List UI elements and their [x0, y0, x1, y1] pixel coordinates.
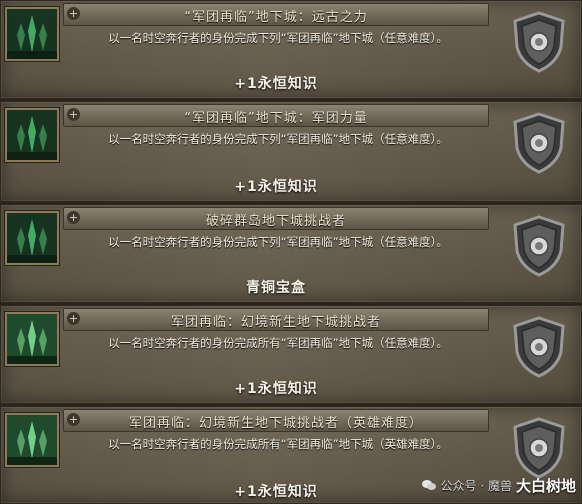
achievement-shield-icon	[511, 215, 567, 277]
achievement-description: 以一名时空奔行者的身份完成下列“军团再临”地下城（任意难度）。	[108, 132, 448, 146]
achievement-row[interactable]: + “军团再临”地下城：远古之力以一名时空奔行者的身份完成下列“军团再临”地下城（…	[0, 0, 582, 99]
achievement-description: 以一名时空奔行者的身份完成下列“军团再临”地下城（任意难度）。	[108, 235, 448, 249]
legion-remix-dungeon-icon	[5, 413, 59, 467]
achievement-title: 军团再临：幻境新生地下城挑战者（英雄难度）	[128, 416, 423, 431]
achievement-reward: +1永恒知识	[234, 76, 318, 92]
legion-dungeon-icon	[5, 211, 59, 265]
achievement-title-bar: + 破碎群岛地下城挑战者	[63, 207, 489, 230]
achievement-title-bar: + 军团再临：幻境新生地下城挑战者（英雄难度）	[63, 409, 489, 432]
legion-remix-dungeon-icon	[5, 312, 59, 366]
legion-dungeon-icon	[5, 7, 59, 61]
achievement-shield-icon	[511, 112, 567, 174]
achievement-shield-icon	[511, 11, 567, 73]
achievement-row[interactable]: + 破碎群岛地下城挑战者以一名时空奔行者的身份完成下列“军团再临”地下城（任意难度…	[0, 204, 582, 303]
achievement-title-bar: + “军团再临”地下城：远古之力	[63, 3, 489, 26]
achievement-shield-icon	[511, 316, 567, 378]
achievement-reward: 青铜宝盒	[246, 280, 306, 296]
achievement-description: 以一名时空奔行者的身份完成所有“军团再临”地下城（任意难度）。	[108, 336, 448, 350]
watermark-brand: 大白树地	[515, 476, 576, 495]
achievement-description: 以一名时空奔行者的身份完成所有“军团再临”地下城（英雄难度）。	[108, 437, 448, 451]
achievement-reward: +1永恒知识	[234, 179, 318, 195]
achievement-shield-icon	[511, 417, 567, 479]
achievement-row[interactable]: + 军团再临：幻境新生地下城挑战者以一名时空奔行者的身份完成所有“军团再临”地下城…	[0, 305, 582, 404]
achievement-title: 破碎群岛地下城挑战者	[205, 214, 346, 229]
achievement-title: “军团再临”地下城：军团力量	[184, 111, 368, 126]
achievement-title: “军团再临”地下城：远古之力	[184, 10, 368, 25]
achievement-description: 以一名时空奔行者的身份完成下列“军团再临”地下城（任意难度）。	[108, 31, 448, 45]
wechat-icon	[421, 480, 436, 490]
achievement-reward: +1永恒知识	[234, 381, 318, 397]
achievement-title: 军团再临：幻境新生地下城挑战者	[170, 315, 381, 330]
achievement-list: + “军团再临”地下城：远古之力以一名时空奔行者的身份完成下列“军团再临”地下城（…	[0, 0, 582, 504]
achievement-title-bar: + 军团再临：幻境新生地下城挑战者	[63, 308, 489, 331]
watermark: 公众号 · 魔兽 大白树地	[421, 474, 576, 496]
achievement-row[interactable]: + “军团再临”地下城：军团力量以一名时空奔行者的身份完成下列“军团再临”地下城（…	[0, 101, 582, 202]
legion-dungeon-icon	[5, 108, 59, 162]
achievement-title-bar: + “军团再临”地下城：军团力量	[63, 104, 489, 127]
watermark-text: 公众号 · 魔兽	[440, 478, 512, 493]
